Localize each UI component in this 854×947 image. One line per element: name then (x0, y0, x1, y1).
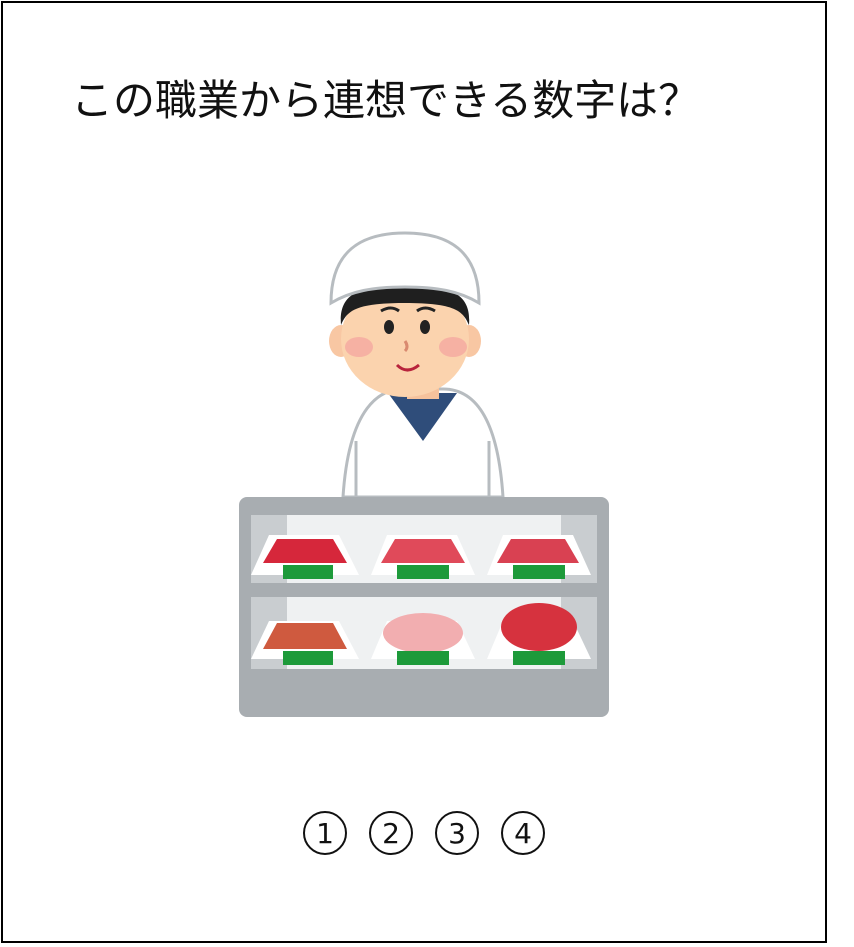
butcher-illustration (239, 231, 609, 717)
meat-tray (371, 535, 475, 579)
choice-2[interactable]: 2 (369, 811, 413, 855)
meat-display-counter (239, 497, 609, 717)
answer-choices: 1 2 3 4 (303, 808, 563, 858)
choice-3[interactable]: 3 (435, 811, 479, 855)
choice-1[interactable]: 1 (303, 811, 347, 855)
choice-4[interactable]: 4 (501, 811, 545, 855)
quiz-card: この職業から連想できる数字は？ 1 2 3 4 (1, 1, 827, 943)
butcher-figure (329, 231, 505, 499)
meat-tray (487, 535, 591, 579)
question-text: この職業から連想できる数字は？ (71, 76, 701, 125)
